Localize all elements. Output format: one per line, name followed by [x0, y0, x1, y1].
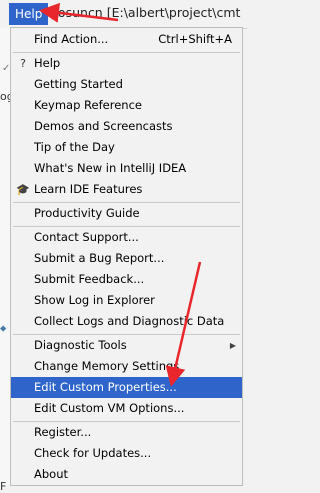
menu-bar: Help gosuncn [E:\albert\project\cmt [0, 0, 247, 29]
menu-item-register[interactable]: Register... [11, 422, 242, 443]
graduation-cap-icon: 🎓 [16, 183, 30, 196]
menu-item-collect-logs[interactable]: Collect Logs and Diagnostic Data [11, 311, 242, 332]
menu-item-about[interactable]: About [11, 464, 242, 485]
menu-item-label: Contact Support... [34, 230, 139, 244]
menu-item-label: Submit Feedback... [34, 272, 145, 286]
editor-gutter: ✓ og ⬥ F [0, 28, 14, 493]
question-icon: ? [20, 57, 26, 70]
menu-item-submit-bug[interactable]: Submit a Bug Report... [11, 248, 242, 269]
submenu-arrow-icon: ▶ [229, 341, 236, 350]
menu-item-edit-custom-properties[interactable]: Edit Custom Properties... [11, 377, 242, 398]
menu-item-label: Register... [34, 425, 92, 439]
menu-item-productivity-guide[interactable]: Productivity Guide [11, 203, 242, 224]
menu-item-show-log[interactable]: Show Log in Explorer [11, 290, 242, 311]
menu-item-label: Show Log in Explorer [34, 293, 155, 307]
menu-item-label: Demos and Screencasts [34, 119, 173, 133]
menu-item-label: Productivity Guide [34, 206, 140, 220]
menu-item-learn-ide[interactable]: 🎓 Learn IDE Features [11, 179, 242, 200]
menu-item-keymap-reference[interactable]: Keymap Reference [11, 95, 242, 116]
menu-item-label: Change Memory Settings [34, 359, 180, 373]
help-menu[interactable]: Help [9, 3, 49, 25]
menu-item-contact-support[interactable]: Contact Support... [11, 227, 242, 248]
menu-item-label: Collect Logs and Diagnostic Data [34, 314, 225, 328]
menu-item-label: Tip of the Day [34, 140, 115, 154]
menu-item-label: Submit a Bug Report... [34, 251, 165, 265]
menu-item-tip-of-day[interactable]: Tip of the Day [11, 137, 242, 158]
help-dropdown-menu: Find Action... Ctrl+Shift+A ? Help Getti… [10, 27, 243, 486]
menu-item-label: Edit Custom VM Options... [34, 401, 185, 415]
menu-item-label: Find Action... [34, 32, 109, 46]
menu-item-label: Edit Custom Properties... [34, 380, 177, 394]
menu-item-label: Diagnostic Tools [34, 338, 127, 352]
menu-item-label: Check for Updates... [34, 446, 152, 460]
gutter-text-fragment-bottom: F [0, 480, 7, 493]
menu-item-label: About [34, 467, 69, 481]
menu-item-label: Help [34, 56, 61, 70]
menu-item-shortcut: Ctrl+Shift+A [158, 32, 232, 46]
window-title-path: gosuncn [E:\albert\project\cmt [50, 5, 241, 20]
menu-item-help[interactable]: ? Help [11, 53, 242, 74]
menu-item-demos[interactable]: Demos and Screencasts [11, 116, 242, 137]
menu-item-change-memory[interactable]: Change Memory Settings [11, 356, 242, 377]
menu-item-check-updates[interactable]: Check for Updates... [11, 443, 242, 464]
gutter-marker-icon: ⬥ [0, 324, 7, 334]
menu-item-submit-feedback[interactable]: Submit Feedback... [11, 269, 242, 290]
menu-item-diagnostic-tools[interactable]: Diagnostic Tools ▶ [11, 335, 242, 356]
menu-item-find-action[interactable]: Find Action... Ctrl+Shift+A [11, 29, 242, 50]
menu-item-label: Learn IDE Features [34, 182, 143, 196]
menu-item-label: What's New in IntelliJ IDEA [34, 161, 187, 175]
menu-item-label: Keymap Reference [34, 98, 142, 112]
menu-item-whats-new[interactable]: What's New in IntelliJ IDEA [11, 158, 242, 179]
menu-item-edit-custom-vm[interactable]: Edit Custom VM Options... [11, 398, 242, 419]
menu-item-getting-started[interactable]: Getting Started [11, 74, 242, 95]
menu-item-label: Getting Started [34, 77, 123, 91]
